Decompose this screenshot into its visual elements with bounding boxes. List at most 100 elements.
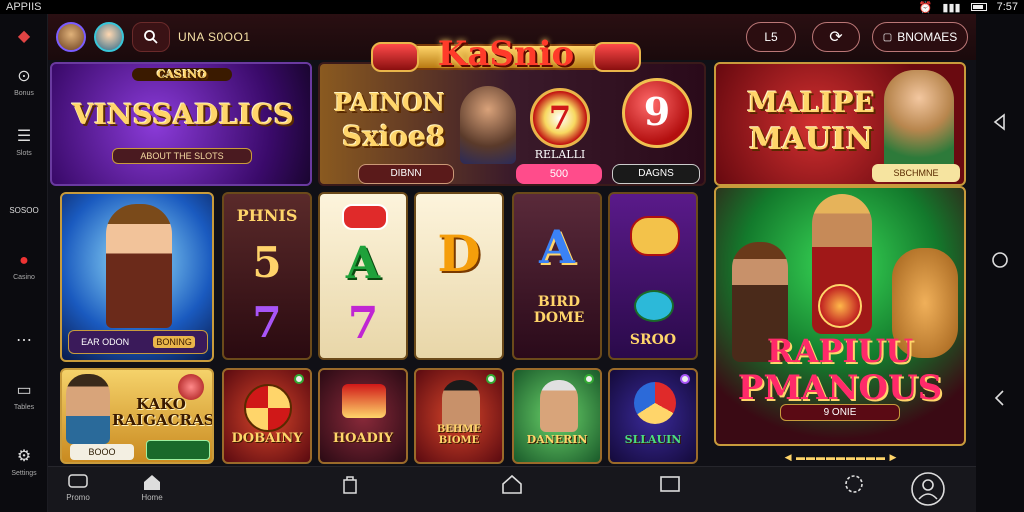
sidebar-item-bonus[interactable]: ⊙ Bonus — [0, 66, 48, 97]
banner-right-title2: MAUIN — [748, 122, 874, 157]
cube-icon: ◆ — [17, 28, 31, 45]
game-tile-behme[interactable]: BEHME BIOME — [414, 368, 504, 464]
lucky-seven-icon: 7 — [530, 88, 590, 148]
badge-icon — [680, 374, 690, 384]
home-circle-icon[interactable] — [988, 248, 1012, 272]
cowgirl-label-1: EAR ODON — [81, 337, 130, 347]
avatar[interactable] — [56, 22, 86, 52]
level-button[interactable]: L5 — [746, 22, 796, 52]
promo-button-label: BOOO — [88, 447, 116, 457]
banner-right-title1: MALIPE — [747, 86, 875, 119]
sidebar-item-label: Casino — [13, 274, 35, 281]
slot-reel[interactable]: A BIRD DOME — [512, 192, 602, 360]
gear-icon: ⚙ — [16, 448, 32, 465]
sidebar-item-label: SOSOO — [9, 206, 39, 215]
search-button[interactable] — [132, 22, 170, 52]
banner-left-top: CASINO — [132, 68, 232, 81]
sidebar-item-slots[interactable]: ☰ Slots — [0, 126, 48, 157]
horse-icon — [630, 216, 680, 256]
user-name: UNA S0OO1 — [178, 30, 251, 44]
banner-left[interactable]: CASINO VINSSADLICS ABOUT THE SLOTS — [50, 62, 312, 186]
game-label: DANERIN — [526, 433, 588, 446]
reel-symbol: SROO — [629, 332, 677, 348]
battery-icon — [970, 3, 987, 11]
nav-item-home[interactable]: Home — [132, 473, 172, 502]
reel-symbol: BIRD DOME — [533, 294, 585, 326]
sidebar-item-settings[interactable]: ⚙ Settings — [0, 446, 48, 477]
game-tile-dobainy[interactable]: DOBAINY — [222, 368, 312, 464]
window-icon: ▭ — [16, 382, 32, 399]
avatar[interactable] — [94, 22, 124, 52]
reel-symbol: 7 — [347, 298, 379, 349]
list-icon: ☰ — [16, 128, 32, 145]
game-label: HOADIY — [332, 431, 394, 446]
game-tile-sllauin[interactable]: SLLAUIN — [608, 368, 698, 464]
chip-500[interactable]: 500 — [516, 164, 602, 184]
chip-right[interactable]: SBCHMNE — [872, 164, 960, 182]
bag-icon — [343, 476, 357, 494]
promo-button-2[interactable] — [146, 440, 210, 460]
hero-footer-ornament: ◀ ▬▬▬▬▬▬▬▬▬ ▶ — [784, 452, 898, 462]
slot-reel[interactable]: SROO — [608, 192, 698, 360]
banner-right[interactable]: MALIPE MAUIN SBCHMNE — [714, 62, 966, 186]
sidebar-item-label: Slots — [16, 150, 32, 157]
badge-icon — [584, 374, 594, 384]
bow-icon — [342, 204, 388, 230]
sidebar-item-tables[interactable]: ▭ Tables — [0, 380, 48, 411]
slot-reel[interactable]: PHNIS 5 7 — [222, 192, 312, 360]
bonus-button[interactable]: ▢ BNOMAES — [872, 22, 968, 52]
badge-icon — [294, 374, 304, 384]
promo-button-1[interactable]: BOOO — [70, 444, 134, 460]
sidebar-item-casino[interactable]: ● Casino — [0, 250, 48, 281]
left-sidebar: ◆ ⊙ Bonus ☰ Slots SOSOO ● Casino ⋯ ▭ Tab… — [0, 14, 48, 512]
banner-center-title1: PAINON — [334, 88, 445, 117]
game-tile-hero[interactable]: RAPIUU PMANOUS 9 ONIE — [714, 186, 966, 446]
nav-item-android-home[interactable] — [492, 473, 532, 497]
chip-dibnn[interactable]: DIBNN — [358, 164, 454, 184]
nav-item-recents[interactable] — [650, 473, 690, 497]
sidebar-item-label: Bonus — [14, 90, 34, 97]
chip-dagns[interactable]: DAGNS — [612, 164, 700, 184]
bottom-nav: Promo Home — [48, 466, 976, 512]
character-portrait — [460, 86, 516, 164]
casino-app-screen: APPIIS ⏰ ▮▮▮ 7:57 ◆ ⊙ Bonus ☰ Slots SOSO… — [0, 0, 1024, 512]
nav-item-people[interactable] — [834, 473, 874, 497]
back-triangle-icon[interactable] — [988, 110, 1012, 134]
app-logo: KaSnio — [371, 30, 641, 84]
hero-title-1: RAPIUU — [766, 332, 914, 370]
game-tile-hoadiy[interactable]: HOADIY — [318, 368, 408, 464]
hero-title-2: PMANOUS — [737, 368, 943, 408]
reel-symbol: D — [437, 224, 481, 283]
label-chip: EAR ODON BONING — [68, 330, 208, 354]
sidebar-item-text[interactable]: SOSOO — [0, 206, 48, 215]
sidebar-item-label: Settings — [11, 470, 37, 477]
record-icon: ● — [19, 252, 29, 269]
chat-icon: ▢ — [882, 31, 893, 43]
wheel-icon — [244, 384, 292, 432]
nav-item-label: Promo — [66, 493, 90, 502]
slot-reel[interactable]: A 7 — [318, 192, 408, 360]
logo-text: KaSnio — [437, 34, 575, 74]
bonus-button-label: BNOMAES — [897, 30, 958, 44]
game-tile-cowgirl[interactable]: EAR ODON BONING — [60, 192, 214, 362]
alarm-icon: ⏰ — [918, 1, 933, 14]
back-arrow-icon[interactable] — [988, 386, 1012, 410]
refresh-button[interactable]: ⟳ — [812, 22, 860, 52]
game-label: DOBAINY — [231, 431, 303, 446]
sidebar-item-more[interactable]: ⋯ — [0, 330, 48, 354]
home-icon — [144, 475, 160, 490]
nav-item-profile[interactable] — [908, 471, 948, 509]
game-tile-danerin[interactable]: DANERIN — [512, 368, 602, 464]
refresh-icon: ⟳ — [829, 29, 843, 46]
badge-icon — [486, 374, 496, 384]
slot-reel[interactable]: D — [414, 192, 504, 360]
search-icon — [144, 30, 158, 44]
sidebar-item-cube[interactable]: ◆ — [0, 26, 48, 50]
target-icon: ⊙ — [17, 68, 31, 85]
promo-tile[interactable]: KAKO RAIGACRAS BOOO — [60, 368, 214, 464]
chest-icon — [342, 384, 386, 418]
bird-icon — [634, 290, 674, 322]
nav-item-bag[interactable] — [330, 473, 370, 497]
nav-item-promo[interactable]: Promo — [58, 473, 98, 502]
system-nav-bar — [976, 14, 1024, 512]
